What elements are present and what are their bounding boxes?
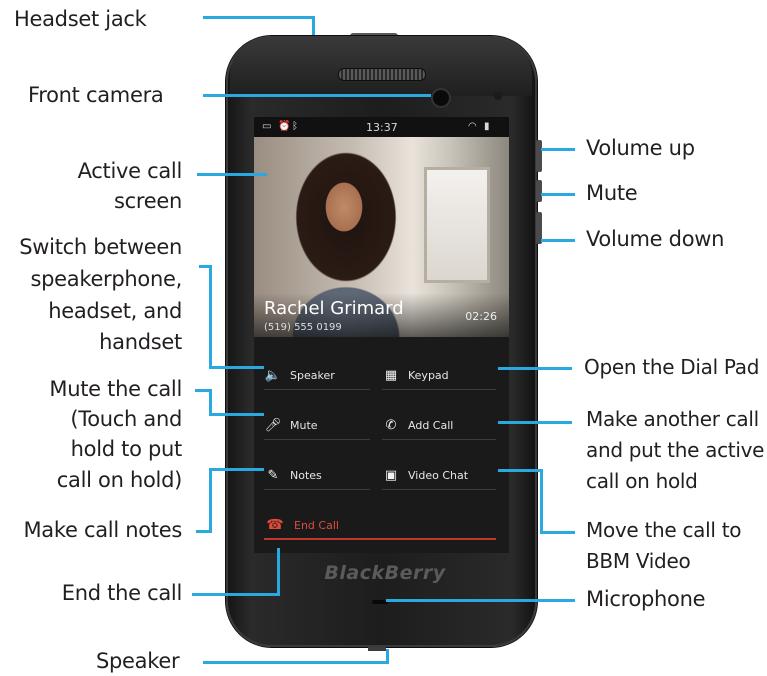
alarm-icon: ⏰: [278, 121, 291, 132]
label-switch-3: headset, and: [48, 299, 182, 323]
label-another-1: Make another call: [586, 407, 759, 431]
label-switch-4: handset: [99, 330, 182, 354]
label-volume-down: Volume down: [586, 227, 725, 251]
label-notes: Make call notes: [23, 518, 182, 542]
proximity-sensor: [494, 92, 502, 100]
label-volume-up: Volume up: [586, 136, 695, 160]
label-mute-3: hold to put: [70, 437, 183, 461]
keypad-icon: ▦: [384, 367, 398, 383]
label-switch-2: speakerphone,: [30, 267, 182, 291]
label-mute-1: Mute the call: [49, 377, 182, 401]
window-background: [424, 167, 490, 283]
end-call-icon: ☎: [266, 517, 284, 533]
label-mute-key: Mute: [586, 181, 638, 205]
add-call-button[interactable]: ✆ Add Call: [382, 411, 496, 440]
notes-icon: ✎: [267, 467, 279, 483]
notes-button[interactable]: ✎ Notes: [264, 461, 370, 490]
label-headset-jack: Headset jack: [14, 7, 147, 31]
callout-line-dial-pad: [498, 367, 572, 370]
brand-logo: BlackBerry: [324, 562, 446, 584]
volume-up-key[interactable]: [536, 140, 542, 172]
label-mute-2: (Touch and: [70, 407, 182, 431]
mute-button[interactable]: 🎤︎ Mute: [264, 411, 370, 440]
signal-icon: ▮: [484, 121, 490, 132]
label-switch-1: Switch between: [19, 235, 182, 259]
label-video-2: BBM Video: [586, 549, 691, 573]
label-end-call: End the call: [61, 581, 183, 605]
earpiece-grille: [338, 68, 426, 81]
speaker-button[interactable]: 🔈 Speaker: [264, 361, 370, 390]
label-active-call-1: Active call: [77, 159, 183, 183]
callout-line-microphone: [386, 599, 575, 602]
label-microphone: Microphone: [586, 587, 706, 611]
caller-photo: Rachel Grimard (519) 555 0199 02:26: [254, 137, 509, 337]
callout-line-mute: [209, 389, 212, 416]
video-chat-button[interactable]: ▣ Video Chat: [382, 461, 496, 490]
callout-line-video: [498, 469, 542, 472]
callout-line-headset-jack: [203, 16, 315, 19]
callout-line-volume-down: [541, 239, 575, 242]
label-another-2: and put the active: [586, 438, 765, 462]
bluetooth-icon: ᛒ: [292, 121, 298, 132]
phone-top-bezel: [230, 36, 532, 96]
status-time: 13:37: [366, 121, 398, 134]
speaker-port: [368, 647, 386, 651]
mute-icon: 🎤︎: [264, 417, 282, 433]
wifi-icon: ◠: [468, 121, 477, 132]
add-call-icon: ✆: [385, 417, 397, 433]
label-active-call-2: screen: [113, 189, 182, 213]
status-bar: ▭ ⏰ ᛒ 13:37 ◠ ▮: [254, 117, 509, 137]
callout-line-mute-key: [541, 193, 575, 196]
callout-line-volume-up: [541, 148, 575, 151]
label-mute-4: call on hold): [56, 468, 183, 492]
call-duration: 02:26: [465, 310, 497, 323]
label-front-camera: Front camera: [28, 83, 164, 107]
keypad-button[interactable]: ▦ Keypad: [382, 361, 496, 390]
caller-number: (519) 555 0199: [264, 322, 342, 333]
active-call-screen: ▭ ⏰ ᛒ 13:37 ◠ ▮ Rachel Grimard (519) 555…: [254, 117, 509, 553]
callout-line-switch: [209, 265, 212, 369]
battery-icon: ▭: [262, 121, 272, 132]
label-speaker: Speaker: [96, 649, 180, 673]
callout-line-end-call: [277, 548, 280, 595]
callout-line-notes: [209, 468, 212, 533]
label-video-1: Move the call to: [586, 518, 742, 542]
video-chat-icon: ▣: [384, 467, 398, 483]
caller-name: Rachel Grimard: [264, 298, 404, 319]
callout-line-active-call: [197, 173, 267, 176]
end-call-button[interactable]: ☎ End Call: [264, 512, 496, 540]
callout-line-front-camera: [203, 94, 431, 97]
front-camera: [433, 90, 449, 106]
label-another-3: call on hold: [586, 469, 698, 493]
label-dial-pad: Open the Dial Pad: [584, 355, 760, 379]
speaker-icon: 🔈: [264, 367, 282, 383]
mute-key[interactable]: [536, 180, 542, 202]
callout-line-add-call: [498, 421, 572, 424]
